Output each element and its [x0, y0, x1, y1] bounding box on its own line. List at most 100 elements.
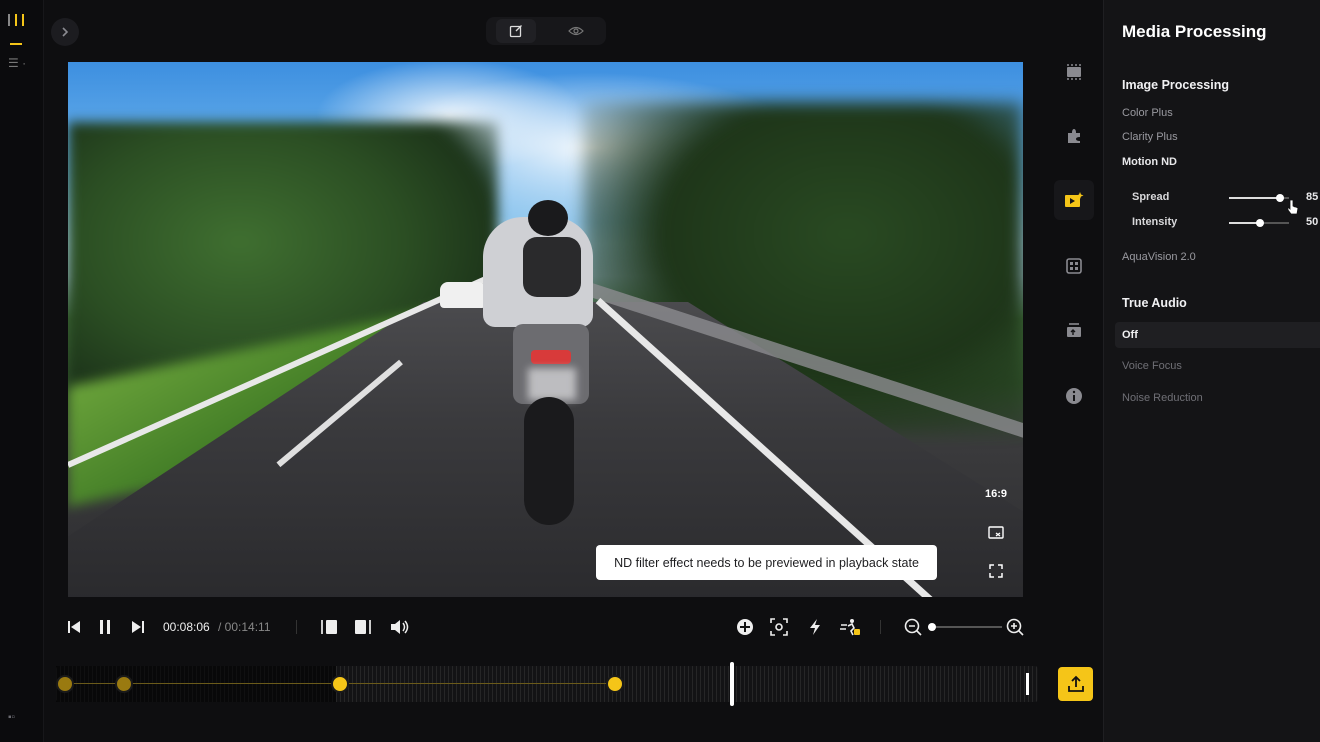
volume-icon: [391, 620, 409, 634]
picture-in-picture-icon: [988, 526, 1004, 539]
rail-plugin-button[interactable]: [1054, 116, 1094, 156]
panel-title: Media Processing: [1122, 22, 1267, 41]
next-button[interactable]: [128, 614, 148, 640]
layers-icon: [1067, 323, 1081, 337]
rail-media-processing-button[interactable]: [1054, 180, 1094, 220]
current-time: 00:08:06: [163, 620, 210, 634]
intensity-slider[interactable]: [1229, 219, 1289, 227]
fullscreen-button[interactable]: [987, 562, 1005, 580]
mark-out-icon: [355, 620, 371, 634]
list-icon[interactable]: ☰ ·: [8, 56, 26, 70]
image-processing-heading: Image Processing: [1122, 78, 1229, 92]
app-logo-icon: ▪▫: [8, 712, 16, 723]
rail-template-button[interactable]: [1054, 246, 1094, 286]
plus-circle-icon: [737, 619, 753, 635]
voice-focus-option[interactable]: Voice Focus: [1122, 360, 1182, 372]
timeline-keyframe[interactable]: [115, 675, 133, 693]
aspect-ratio-label[interactable]: 16:9: [985, 488, 1007, 500]
app-window: ☰ · ▪▫ 16:9 ND filter effect needs to be…: [0, 0, 1320, 742]
spread-slider-fill: [1229, 197, 1280, 199]
track-bars-icon[interactable]: [8, 14, 24, 26]
spread-value: 85: [1306, 191, 1319, 203]
video-clip-icon: [1067, 64, 1081, 80]
view-mode-toggle: [486, 17, 606, 45]
true-audio-off-label: Off: [1122, 329, 1138, 341]
chevron-right-icon: [62, 27, 69, 37]
zoom-in-button[interactable]: [1004, 614, 1026, 640]
pause-icon: [100, 620, 110, 634]
video-scene-car: [440, 282, 486, 308]
add-clip-button[interactable]: [734, 614, 756, 640]
video-scene-tire: [524, 397, 574, 525]
zoom-slider-handle[interactable]: [928, 623, 936, 631]
back-button[interactable]: [51, 18, 79, 46]
template-icon: [1066, 258, 1082, 274]
pause-button[interactable]: [95, 614, 115, 640]
volume-button[interactable]: [388, 614, 412, 640]
total-time: / 00:14:11: [218, 620, 271, 634]
edit-mode-button[interactable]: [496, 19, 536, 43]
focus-frame-icon: [770, 618, 788, 636]
intensity-value: 50: [1306, 216, 1319, 228]
media-processing-panel: Media Processing Image Processing Color …: [1103, 0, 1320, 742]
divider: [296, 620, 297, 634]
zoom-out-button[interactable]: [902, 614, 924, 640]
rail-info-button[interactable]: [1054, 376, 1094, 416]
speed-ramp-button[interactable]: [838, 614, 862, 640]
video-preview[interactable]: 16:9: [68, 62, 1023, 597]
speed-runner-icon: [840, 619, 860, 636]
color-plus-option[interactable]: Color Plus: [1122, 107, 1173, 119]
pip-button[interactable]: [987, 524, 1005, 542]
edit-square-icon: [509, 25, 522, 38]
export-button[interactable]: [1058, 667, 1093, 701]
eye-icon: [568, 26, 584, 36]
media-ai-icon: [1065, 192, 1084, 207]
intensity-slider-handle[interactable]: [1256, 219, 1264, 227]
tool-rail: [1046, 40, 1102, 440]
skip-next-icon: [132, 621, 144, 633]
preview-mode-button[interactable]: [556, 19, 596, 43]
fullscreen-icon: [989, 564, 1003, 578]
spread-slider-handle[interactable]: [1276, 194, 1284, 202]
divider: [880, 620, 881, 634]
plugin-icon: [1068, 129, 1080, 143]
aquavision-option[interactable]: AquaVision 2.0: [1122, 251, 1196, 263]
ai-edit-button[interactable]: [804, 614, 826, 640]
true-audio-off-option[interactable]: Off: [1115, 322, 1320, 348]
mark-out-button[interactable]: [352, 614, 374, 640]
true-audio-heading: True Audio: [1122, 296, 1187, 310]
timeline-track[interactable]: [56, 662, 1038, 706]
video-scene-backpack: [523, 237, 581, 297]
intensity-slider-fill: [1229, 222, 1259, 224]
motion-nd-option[interactable]: Motion ND: [1122, 156, 1177, 168]
video-scene-taillight: [531, 350, 571, 364]
active-indicator: [10, 43, 22, 45]
playback-controls: 00:08:06 / 00:14:11: [62, 614, 1032, 640]
clarity-plus-option[interactable]: Clarity Plus: [1122, 131, 1178, 143]
upload-icon: [1067, 675, 1084, 692]
skip-previous-icon: [68, 621, 80, 633]
zoom-out-icon: [904, 618, 922, 636]
mouse-cursor-icon: [1287, 199, 1299, 215]
playhead[interactable]: [730, 662, 734, 706]
spread-slider[interactable]: [1229, 194, 1289, 202]
timeline-keyframe[interactable]: [606, 675, 624, 693]
zoom-slider[interactable]: [928, 626, 1002, 628]
spread-label: Spread: [1132, 191, 1170, 203]
previous-button[interactable]: [64, 614, 84, 640]
timeline-keyframe[interactable]: [331, 675, 349, 693]
nd-preview-tooltip: ND filter effect needs to be previewed i…: [596, 545, 937, 580]
left-strip: ☰ · ▪▫: [0, 0, 44, 742]
timeline-end-handle[interactable]: [1026, 673, 1029, 695]
rail-video-button[interactable]: [1054, 52, 1094, 92]
info-icon: [1066, 388, 1082, 404]
noise-reduction-option[interactable]: Noise Reduction: [1122, 392, 1203, 404]
zoom-in-icon: [1006, 618, 1024, 636]
reframe-button[interactable]: [768, 614, 790, 640]
mark-in-button[interactable]: [318, 614, 340, 640]
timeline-keyframe[interactable]: [56, 675, 74, 693]
lightning-icon: [810, 619, 820, 635]
rail-layers-button[interactable]: [1054, 310, 1094, 350]
timeline-trimmed-region: [56, 666, 336, 702]
video-scene-plate: [528, 368, 576, 400]
